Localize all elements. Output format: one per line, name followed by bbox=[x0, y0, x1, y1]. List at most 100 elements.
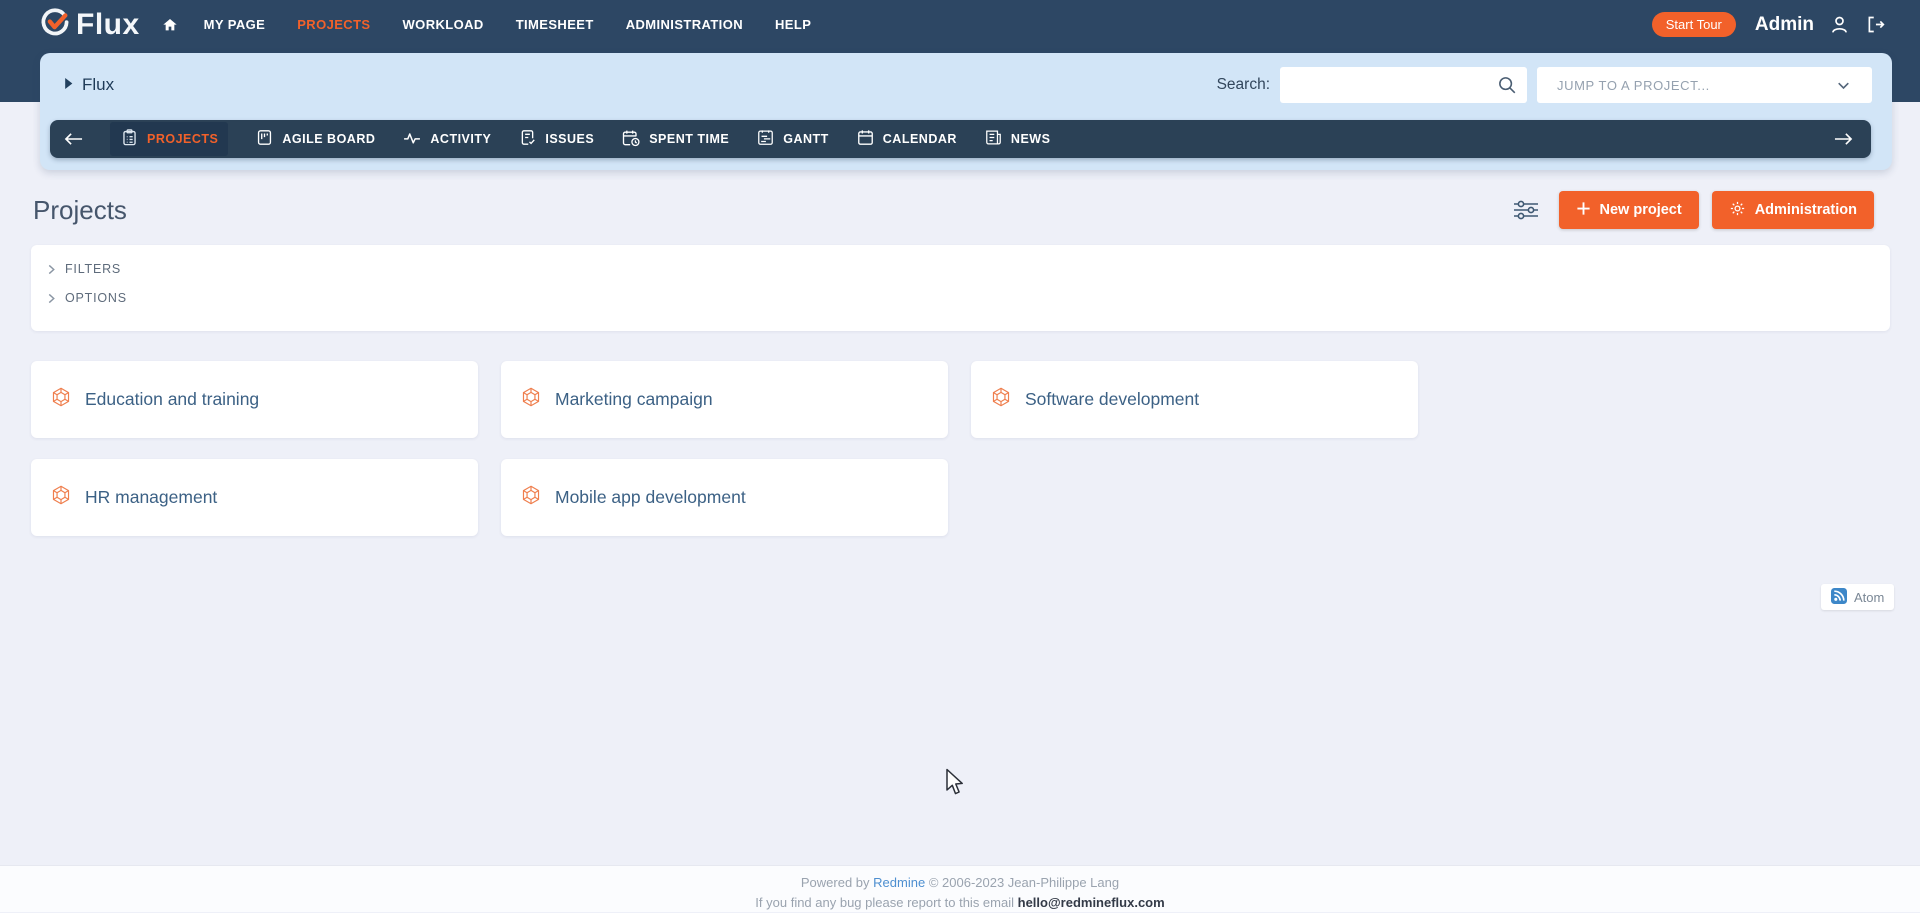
issue-document-icon bbox=[518, 128, 537, 150]
brand-name: Flux bbox=[76, 7, 140, 41]
gear-icon bbox=[1729, 200, 1746, 221]
triangle-right-icon bbox=[64, 76, 73, 94]
new-project-label: New project bbox=[1599, 202, 1682, 218]
hexagon-project-icon bbox=[50, 386, 72, 413]
calendar-icon bbox=[856, 128, 875, 150]
atom-feed-button[interactable]: Atom bbox=[1821, 584, 1895, 610]
project-menu-calendar[interactable]: CALENDAR bbox=[856, 128, 957, 150]
logged-in-user[interactable]: Admin bbox=[1755, 14, 1814, 36]
project-name: Mobile app development bbox=[555, 487, 746, 507]
project-menu-activity[interactable]: ACTIVITY bbox=[402, 128, 491, 151]
breadcrumb-label: Flux bbox=[82, 75, 115, 94]
chevron-right-icon bbox=[48, 264, 55, 274]
breadcrumb[interactable]: Flux bbox=[64, 75, 114, 95]
search-cluster: Search: JUMP TO A PROJECT... bbox=[1217, 67, 1872, 103]
time-calendar-icon bbox=[621, 128, 641, 151]
activity-pulse-icon bbox=[402, 128, 422, 151]
project-menu-news[interactable]: NEWS bbox=[984, 128, 1051, 150]
hexagon-project-icon bbox=[990, 386, 1012, 413]
nav-item-help[interactable]: HELP bbox=[775, 17, 811, 32]
project-menu-label: SPENT TIME bbox=[649, 132, 730, 146]
sliders-icon[interactable] bbox=[1512, 199, 1540, 221]
project-menu-bar: PROJECTS AGILE BOARD ACTIVITY ISSUES SPE… bbox=[50, 120, 1871, 158]
options-toggle[interactable]: OPTIONS bbox=[47, 291, 1874, 305]
check-circle-icon bbox=[40, 7, 70, 42]
projects-grid: Education and training Marketing campaig… bbox=[31, 361, 1418, 536]
project-menu-label: CALENDAR bbox=[882, 132, 957, 146]
nav-item-timesheet[interactable]: TIMESHEET bbox=[516, 17, 594, 32]
page-header: Projects New project Administration bbox=[33, 191, 1874, 229]
search-input[interactable] bbox=[1280, 67, 1527, 103]
flux-logo[interactable]: Flux bbox=[40, 7, 140, 42]
arrow-left-icon[interactable] bbox=[64, 132, 83, 146]
jump-to-project-select[interactable]: JUMP TO A PROJECT... bbox=[1537, 67, 1872, 103]
project-menu-spent-time[interactable]: SPENT TIME bbox=[621, 128, 729, 151]
footer-powered-suffix: © 2006-2023 Jean-Philippe Lang bbox=[928, 875, 1120, 890]
filters-label: FILTERS bbox=[65, 262, 122, 276]
project-menu-label: PROJECTS bbox=[147, 132, 219, 146]
nav-item-workload[interactable]: WORKLOAD bbox=[403, 17, 484, 32]
nav-item-my-page[interactable]: MY PAGE bbox=[204, 17, 266, 32]
filters-toggle[interactable]: FILTERS bbox=[47, 262, 1874, 276]
hexagon-project-icon bbox=[50, 484, 72, 511]
arrow-right-icon[interactable] bbox=[1834, 132, 1853, 146]
search-box bbox=[1280, 67, 1527, 103]
gantt-chart-icon bbox=[756, 128, 775, 150]
project-card-mobile-app-development[interactable]: Mobile app development bbox=[501, 459, 948, 536]
project-menu-label: ISSUES bbox=[545, 132, 595, 146]
home-icon[interactable] bbox=[162, 17, 178, 33]
project-card-hr-management[interactable]: HR management bbox=[31, 459, 478, 536]
rss-icon bbox=[1831, 587, 1847, 607]
person-icon[interactable] bbox=[1829, 14, 1850, 35]
administration-label: Administration bbox=[1754, 202, 1857, 218]
start-tour-button[interactable]: Start Tour bbox=[1651, 12, 1736, 37]
chevron-right-icon bbox=[48, 293, 55, 303]
options-label: OPTIONS bbox=[65, 291, 127, 305]
project-menu-issues[interactable]: ISSUES bbox=[518, 128, 594, 150]
project-name: Software development bbox=[1025, 389, 1200, 409]
footer-bug-line: If you find any bug please report to thi… bbox=[0, 893, 1920, 913]
topnav-right-cluster: Start Tour Admin bbox=[1651, 12, 1886, 37]
project-name: Marketing campaign bbox=[555, 389, 713, 409]
hexagon-project-icon bbox=[520, 484, 542, 511]
project-card-software-development[interactable]: Software development bbox=[971, 361, 1418, 438]
page-title: Projects bbox=[33, 194, 127, 225]
project-menu-label: AGILE BOARD bbox=[282, 132, 376, 146]
project-card-education-and-training[interactable]: Education and training bbox=[31, 361, 478, 438]
top-navbar: Flux MY PAGE PROJECTS WORKLOAD TIMESHEET… bbox=[0, 0, 1920, 49]
redmine-link[interactable]: Redmine bbox=[873, 875, 925, 890]
project-name: Education and training bbox=[85, 389, 260, 409]
search-label: Search: bbox=[1216, 76, 1270, 93]
magnifier-icon bbox=[1499, 77, 1516, 94]
jump-to-project-value: JUMP TO A PROJECT... bbox=[1557, 77, 1710, 93]
mouse-cursor bbox=[944, 768, 970, 803]
header-actions: New project Administration bbox=[1512, 191, 1874, 229]
administration-button[interactable]: Administration bbox=[1711, 191, 1874, 229]
nav-item-administration[interactable]: ADMINISTRATION bbox=[626, 17, 743, 32]
project-menu-label: GANTT bbox=[783, 132, 829, 146]
atom-label: Atom bbox=[1854, 589, 1885, 605]
bug-report-email-link[interactable]: hello@redmineflux.com bbox=[1018, 895, 1165, 910]
hexagon-project-icon bbox=[520, 386, 542, 413]
project-card-marketing-campaign[interactable]: Marketing campaign bbox=[501, 361, 948, 438]
chevron-down-icon bbox=[1838, 82, 1849, 89]
plus-icon bbox=[1576, 201, 1591, 220]
logout-icon[interactable] bbox=[1865, 14, 1886, 35]
project-name: HR management bbox=[85, 487, 218, 507]
project-menu-projects[interactable]: PROJECTS bbox=[110, 122, 229, 156]
kanban-board-icon bbox=[255, 128, 274, 150]
new-project-button[interactable]: New project bbox=[1558, 191, 1699, 229]
project-menu-agile-board[interactable]: AGILE BOARD bbox=[255, 128, 375, 150]
project-menu-gantt[interactable]: GANTT bbox=[756, 128, 829, 150]
project-menu-label: NEWS bbox=[1010, 132, 1051, 146]
nav-item-projects[interactable]: PROJECTS bbox=[297, 17, 370, 32]
filters-panel: FILTERS OPTIONS bbox=[31, 245, 1890, 331]
topnav-menu: MY PAGE PROJECTS WORKLOAD TIMESHEET ADMI… bbox=[204, 17, 812, 32]
footer: Powered by Redmine © 2006-2023 Jean-Phil… bbox=[0, 865, 1920, 912]
footer-powered-prefix: Powered by bbox=[800, 875, 870, 890]
footer-powered-line: Powered by Redmine © 2006-2023 Jean-Phil… bbox=[0, 873, 1920, 893]
clipboard-list-icon bbox=[120, 128, 139, 150]
footer-bug-prefix: If you find any bug please report to thi… bbox=[755, 895, 1015, 911]
subheader-row: Flux Search: JUMP TO A PROJECT... bbox=[40, 53, 1892, 117]
project-menu-label: ACTIVITY bbox=[430, 132, 492, 146]
